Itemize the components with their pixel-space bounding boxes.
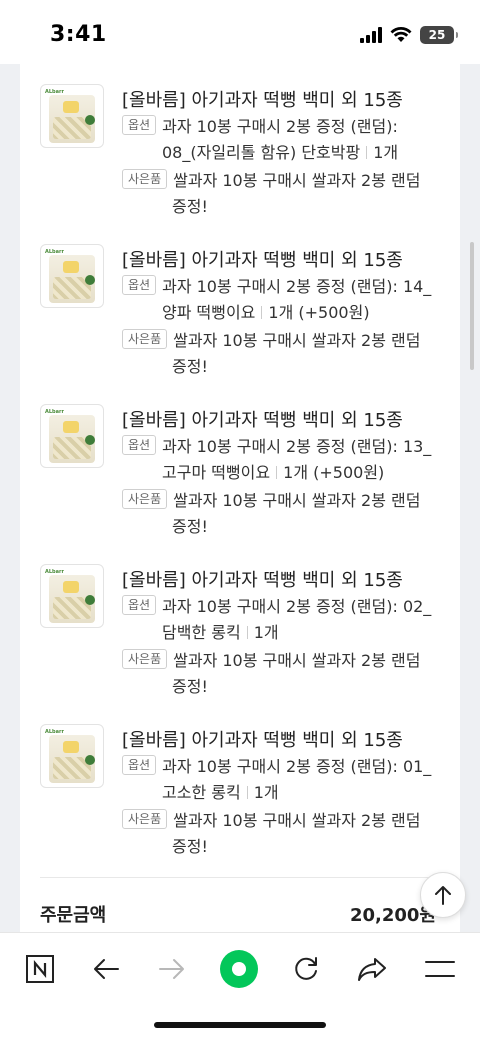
scrollbar[interactable] [470,242,474,370]
option-text-2: 양파 떡뻥이요 [162,303,256,322]
option-text: 과자 10봉 구매시 2봉 증정 (랜덤): 14_ [162,277,432,296]
gift-tag: 사은품 [122,649,168,669]
gift-tag: 사은품 [122,809,168,829]
gift-text: 쌀과자 10봉 구매시 쌀과자 2봉 랜덤 [173,331,421,350]
browser-toolbar [0,932,480,1039]
gift-text-2: 증정! [172,677,208,696]
gift-text-2: 증정! [172,197,208,216]
scroll-top-button[interactable] [420,872,466,918]
gift-text: 쌀과자 10봉 구매시 쌀과자 2봉 랜덤 [173,491,421,510]
product-title[interactable]: [올바름] 아기과자 떡뻥 백미 외 15종 [122,86,403,112]
product-thumbnail[interactable]: ALbarr [40,404,104,468]
option-row: 옵션 과자 10봉 구매시 2봉 증정 (랜덤): 13_ [122,434,442,460]
option-text-2: 고소한 롱킥 [162,783,241,802]
forward-arrow-icon [159,959,184,979]
gift-row-2: 증정! [122,514,442,540]
product-thumbnail[interactable]: ALbarr [40,724,104,788]
gift-row-2: 증정! [122,834,442,860]
naver-icon [26,955,54,983]
order-card: ALbarr [올바름] 아기과자 떡뻥 백미 외 15종 옵션과자 10봉 구… [20,64,460,932]
option-tag: 옵션 [122,275,157,295]
green-circle-icon [220,950,258,988]
status-time: 3:41 [50,22,107,47]
quantity: 1개 [253,783,279,802]
back-button[interactable] [86,949,126,989]
option-row-2: 양파 떡뻥이요 1개 (+500원) [122,300,442,326]
gift-row: 사은품 쌀과자 10봉 구매시 쌀과자 2봉 랜덤 [122,488,442,514]
option-text: 과자 10봉 구매시 2봉 증정 (랜덤): [162,117,398,136]
gift-text-2: 증정! [172,517,208,536]
gift-row: 사은품 쌀과자 10봉 구매시 쌀과자 2봉 랜덤 [122,328,442,354]
product-thumbnail[interactable]: ALbarr [40,244,104,308]
gift-tag: 사은품 [122,169,168,189]
order-content[interactable]: ALbarr [올바름] 아기과자 떡뻥 백미 외 15종 옵션과자 10봉 구… [0,64,480,932]
wifi-icon [390,27,412,42]
naver-home-button[interactable] [20,949,60,989]
gift-row: 사은품 쌀과자 10봉 구매시 쌀과자 2봉 랜덤 [122,808,442,834]
share-button[interactable] [352,949,392,989]
option-row: 옵션 과자 10봉 구매시 2봉 증정 (랜덤): 02_ [122,594,442,620]
green-dot-button[interactable] [219,949,259,989]
option-tag: 옵션 [122,595,157,615]
gift-row: 사은품 쌀과자 10봉 구매시 쌀과자 2봉 랜덤 [122,168,442,194]
option-row-2: 고소한 롱킥 1개 [122,780,442,806]
home-indicator[interactable] [154,1022,326,1028]
back-arrow-icon [94,959,119,979]
option-text-2: 담백한 롱킥 [162,623,241,642]
product-thumbnail[interactable]: ALbarr [40,84,104,148]
product-title[interactable]: [올바름] 아기과자 떡뻥 백미 외 15종 [122,406,403,432]
product-thumbnail[interactable]: ALbarr [40,564,104,628]
price-extra: (+500원) [313,463,385,482]
option-text: 과자 10봉 구매시 2봉 증정 (랜덤): 02_ [162,597,432,616]
option-row-2: 08_(자일리톨 함유) 단호박팡 1개 [122,140,442,166]
reload-button[interactable] [286,949,326,989]
share-icon [358,958,386,981]
quantity: 1개 [253,623,279,642]
menu-icon [425,961,455,977]
option-row-2: 담백한 롱킥 1개 [122,620,442,646]
gift-row-2: 증정! [122,194,442,220]
arrow-up-icon [435,886,451,905]
gift-tag: 사은품 [122,329,168,349]
forward-button[interactable] [152,949,192,989]
option-tag: 옵션 [122,435,157,455]
quantity: 1개 [283,463,309,482]
battery-icon: 25 [420,26,458,44]
product-title[interactable]: [올바름] 아기과자 떡뻥 백미 외 15종 [122,246,403,272]
price-extra: (+500원) [298,303,370,322]
gift-tag: 사은품 [122,489,168,509]
gift-text: 쌀과자 10봉 구매시 쌀과자 2봉 랜덤 [173,811,421,830]
summary-divider [40,877,440,878]
option-tag: 옵션 [122,755,157,775]
option-row-2: 고구마 떡뻥이요 1개 (+500원) [122,460,442,486]
order-total-label: 주문금액 [40,905,107,926]
reload-icon [295,957,317,980]
option-text: 과자 10봉 구매시 2봉 증정 (랜덤): 01_ [162,757,432,776]
gift-text: 쌀과자 10봉 구매시 쌀과자 2봉 랜덤 [173,171,421,190]
option-row: 옵션 과자 10봉 구매시 2봉 증정 (랜덤): [122,114,442,140]
gift-text-2: 증정! [172,357,208,376]
option-row: 옵션 과자 10봉 구매시 2봉 증정 (랜덤): 14_ [122,274,442,300]
quantity: 1개 [373,143,399,162]
status-bar: 3:41 25 [0,0,480,64]
gift-row-2: 증정! [122,674,442,700]
signal-icon [360,27,382,43]
option-tag: 옵션 [122,115,157,135]
quantity: 1개 [268,303,294,322]
option-text-2: 08_(자일리톨 함유) 단호박팡 [162,143,361,162]
product-title[interactable]: [올바름] 아기과자 떡뻥 백미 외 15종 [122,726,403,752]
product-title[interactable]: [올바름] 아기과자 떡뻥 백미 외 15종 [122,566,403,592]
menu-button[interactable] [420,949,460,989]
option-row: 옵션 과자 10봉 구매시 2봉 증정 (랜덤): 01_ [122,754,442,780]
status-icons: 25 [360,26,458,44]
option-text-2: 고구마 떡뻥이요 [162,463,271,482]
option-text: 과자 10봉 구매시 2봉 증정 (랜덤): 13_ [162,437,432,456]
gift-row: 사은품 쌀과자 10봉 구매시 쌀과자 2봉 랜덤 [122,648,442,674]
gift-text-2: 증정! [172,837,208,856]
gift-row-2: 증정! [122,354,442,380]
battery-level: 25 [428,28,446,42]
gift-text: 쌀과자 10봉 구매시 쌀과자 2봉 랜덤 [173,651,421,670]
